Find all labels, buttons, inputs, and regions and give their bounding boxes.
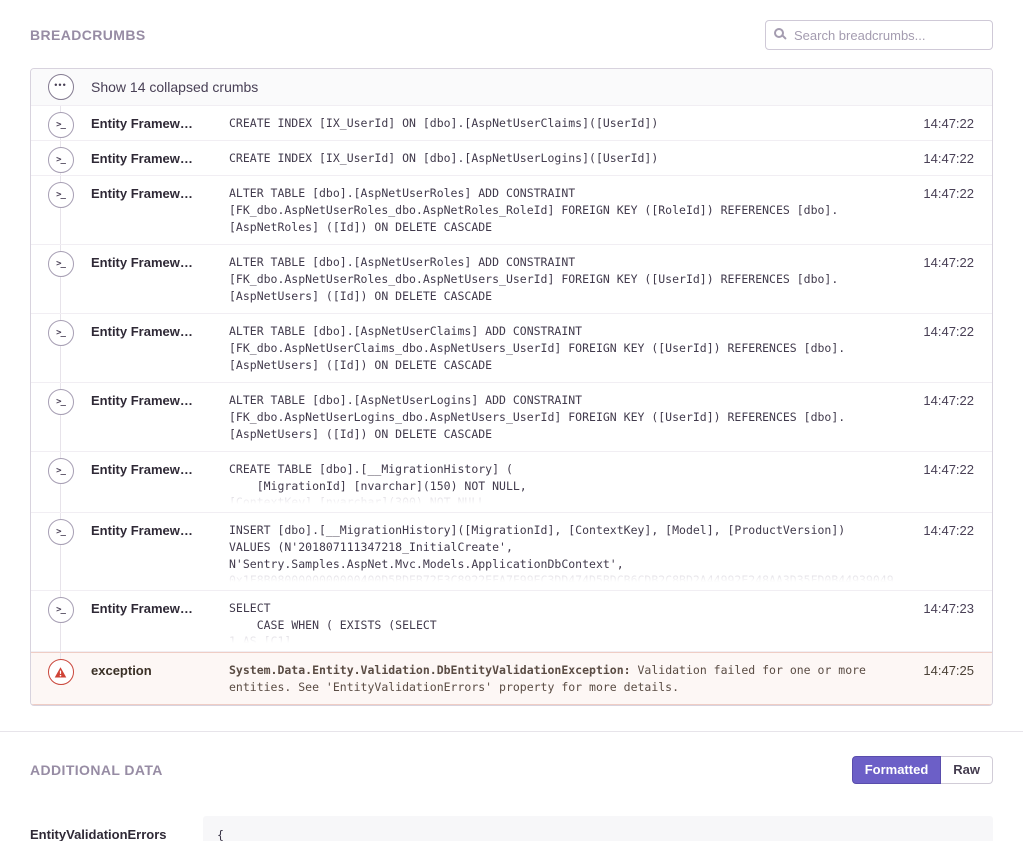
breadcrumbs-search bbox=[765, 20, 993, 50]
faded-overflow-line: 0x1F8B0800000000000400D5BDEB72E3C8922EFA… bbox=[229, 573, 898, 582]
breadcrumb-timestamp: 14:47:22 bbox=[912, 314, 974, 339]
section-divider bbox=[0, 731, 1023, 732]
terminal-icon: >_ bbox=[48, 112, 74, 138]
collapsed-crumbs-label: Show 14 collapsed crumbs bbox=[91, 79, 258, 95]
entry-key-label: EntityValidationErrors bbox=[30, 816, 203, 841]
breadcrumb-row: >_ Entity Framew… CREATE INDEX [IX_UserI… bbox=[31, 141, 992, 176]
breadcrumb-row: >_ exception System.Data.Entity.Validati… bbox=[31, 652, 992, 705]
breadcrumb-row: >_ Entity Framew… ALTER TABLE [dbo].[Asp… bbox=[31, 314, 992, 383]
breadcrumb-message: ALTER TABLE [dbo].[AspNetUserRoles] ADD … bbox=[229, 254, 898, 305]
alert-triangle-icon: >_ bbox=[48, 659, 74, 685]
breadcrumb-message: System.Data.Entity.Validation.DbEntityVa… bbox=[229, 662, 898, 696]
breadcrumb-timestamp: 14:47:22 bbox=[912, 452, 974, 477]
breadcrumb-category: Entity Framew… bbox=[91, 452, 213, 477]
breadcrumb-timestamp: 14:47:22 bbox=[912, 513, 974, 538]
breadcrumb-category: Entity Framew… bbox=[91, 591, 213, 616]
terminal-icon: >_ bbox=[48, 597, 74, 623]
additional-data-entry: EntityValidationErrors { UserName: [ The… bbox=[30, 816, 993, 841]
breadcrumb-message: INSERT [dbo].[__MigrationHistory]([Migra… bbox=[229, 522, 898, 573]
breadcrumb-category: exception bbox=[91, 653, 213, 678]
terminal-icon: >_ bbox=[48, 147, 74, 173]
breadcrumb-category: Entity Framew… bbox=[91, 383, 213, 408]
breadcrumbs-title: BREADCRUMBS bbox=[30, 27, 146, 43]
breadcrumb-category: Entity Framew… bbox=[91, 513, 213, 538]
breadcrumb-row: >_ Entity Framew… ALTER TABLE [dbo].[Asp… bbox=[31, 245, 992, 314]
breadcrumb-message: SELECT CASE WHEN ( EXISTS (SELECT bbox=[229, 600, 898, 634]
breadcrumb-category: Entity Framew… bbox=[91, 245, 213, 270]
breadcrumb-message: CREATE INDEX [IX_UserId] ON [dbo].[AspNe… bbox=[229, 115, 898, 132]
terminal-icon: >_ bbox=[48, 320, 74, 346]
additional-data-title: ADDITIONAL DATA bbox=[30, 762, 163, 778]
exception-class-name: System.Data.Entity.Validation.DbEntityVa… bbox=[229, 663, 631, 677]
formatted-button[interactable]: Formatted bbox=[852, 756, 942, 784]
breadcrumb-category: Entity Framew… bbox=[91, 176, 213, 201]
breadcrumb-row: >_ Entity Framew… CREATE INDEX [IX_UserI… bbox=[31, 106, 992, 141]
event-detail-page: BREADCRUMBS ••• Show 14 collapsed crumbs… bbox=[0, 0, 1023, 841]
breadcrumb-timestamp: 14:47:25 bbox=[912, 653, 974, 678]
collapsed-icon-cell: ••• bbox=[47, 74, 74, 100]
breadcrumb-message: ALTER TABLE [dbo].[AspNetUserClaims] ADD… bbox=[229, 323, 898, 374]
breadcrumbs-header: BREADCRUMBS bbox=[30, 20, 993, 50]
breadcrumb-list: >_ Entity Framew… CREATE INDEX [IX_UserI… bbox=[31, 106, 992, 705]
terminal-icon: >_ bbox=[48, 389, 74, 415]
breadcrumbs-panel: ••• Show 14 collapsed crumbs >_ Entity F… bbox=[30, 68, 993, 706]
breadcrumb-row: >_ Entity Framew… CREATE TABLE [dbo].[__… bbox=[31, 452, 992, 513]
terminal-icon: >_ bbox=[48, 458, 74, 484]
breadcrumb-timestamp: 14:47:22 bbox=[912, 106, 974, 131]
breadcrumb-row: >_ Entity Framew… SELECT CASE WHEN ( EXI… bbox=[31, 591, 992, 652]
terminal-icon: >_ bbox=[48, 182, 74, 208]
ellipsis-icon: ••• bbox=[48, 74, 74, 100]
breadcrumb-timestamp: 14:47:23 bbox=[912, 591, 974, 616]
format-toggle: Formatted Raw bbox=[852, 756, 993, 784]
terminal-icon: >_ bbox=[48, 251, 74, 277]
faded-overflow-line: 1 AS [C1] bbox=[229, 634, 898, 643]
breadcrumb-message: CREATE TABLE [dbo].[__MigrationHistory] … bbox=[229, 461, 898, 495]
breadcrumb-row: >_ Entity Framew… INSERT [dbo].[__Migrat… bbox=[31, 513, 992, 591]
breadcrumb-row: >_ Entity Framew… ALTER TABLE [dbo].[Asp… bbox=[31, 383, 992, 452]
breadcrumb-message: ALTER TABLE [dbo].[AspNetUserRoles] ADD … bbox=[229, 185, 898, 236]
breadcrumb-timestamp: 14:47:22 bbox=[912, 176, 974, 201]
breadcrumb-message: ALTER TABLE [dbo].[AspNetUserLogins] ADD… bbox=[229, 392, 898, 443]
breadcrumb-timestamp: 14:47:22 bbox=[912, 245, 974, 270]
entity-validation-errors-value: { UserName: [ The UserName field is requ… bbox=[203, 816, 993, 841]
show-collapsed-crumbs-button[interactable]: ••• Show 14 collapsed crumbs bbox=[31, 69, 992, 106]
faded-overflow-line: [ContextKey] [nvarchar](300) NOT NULL, bbox=[229, 495, 898, 504]
breadcrumb-message: CREATE INDEX [IX_UserId] ON [dbo].[AspNe… bbox=[229, 150, 898, 167]
terminal-icon: >_ bbox=[48, 519, 74, 545]
breadcrumb-category: Entity Framew… bbox=[91, 141, 213, 166]
search-input[interactable] bbox=[765, 20, 993, 50]
breadcrumb-row: >_ Entity Framew… ALTER TABLE [dbo].[Asp… bbox=[31, 176, 992, 245]
breadcrumb-timestamp: 14:47:22 bbox=[912, 383, 974, 408]
additional-data-section: ADDITIONAL DATA Formatted Raw EntityVali… bbox=[30, 756, 993, 841]
breadcrumb-category: Entity Framew… bbox=[91, 314, 213, 339]
search-icon bbox=[774, 28, 784, 38]
breadcrumb-timestamp: 14:47:22 bbox=[912, 141, 974, 166]
breadcrumb-category: Entity Framew… bbox=[91, 106, 213, 131]
raw-button[interactable]: Raw bbox=[941, 756, 993, 784]
